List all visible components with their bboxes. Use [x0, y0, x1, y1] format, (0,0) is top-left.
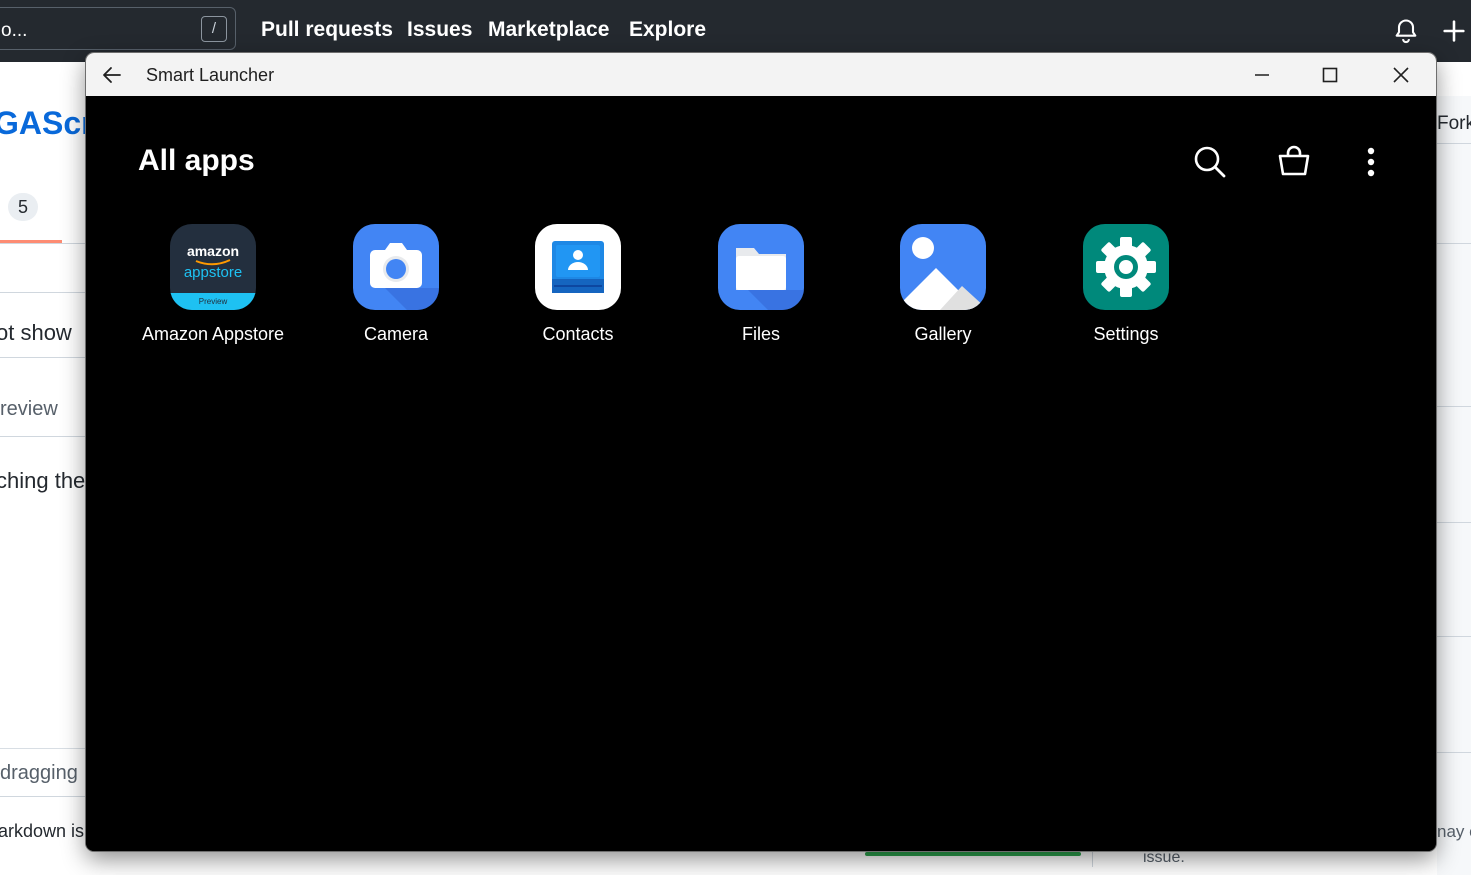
bell-icon[interactable]	[1392, 17, 1420, 45]
minimize-icon[interactable]	[1249, 62, 1275, 88]
smart-launcher-window: Smart Launcher All apps amazon appstore …	[86, 53, 1436, 851]
background-text: dragging	[0, 762, 78, 784]
search-shortcut-key: /	[201, 16, 227, 42]
app-tile-contacts[interactable]: Contacts	[493, 224, 663, 354]
maximize-icon[interactable]	[1317, 62, 1343, 88]
app-label: Settings	[1093, 324, 1159, 344]
contacts-icon	[535, 224, 621, 310]
preview-badge: Preview	[199, 297, 228, 306]
nav-issues[interactable]: Issues	[407, 18, 472, 42]
background-text: issue.	[1143, 849, 1185, 866]
more-vertical-icon[interactable]	[1351, 142, 1391, 182]
gallery-icon	[900, 224, 986, 310]
appstore-wordmark: appstore	[184, 264, 242, 281]
background-text: ot show	[0, 320, 72, 345]
app-label: Camera	[363, 324, 429, 344]
divider	[0, 796, 86, 797]
nav-marketplace[interactable]: Marketplace	[488, 18, 609, 42]
close-icon[interactable]	[1388, 62, 1414, 88]
divider	[0, 292, 86, 293]
title-bar[interactable]: Smart Launcher	[86, 53, 1436, 96]
divider	[1437, 143, 1471, 144]
shopping-bag-icon[interactable]	[1274, 141, 1314, 181]
app-tile-amazon-appstore[interactable]: amazon appstore Preview Amazon Appstore	[128, 224, 298, 354]
divider	[1437, 406, 1471, 407]
folder-icon	[718, 224, 804, 310]
nav-explore[interactable]: Explore	[629, 18, 706, 42]
divider	[1437, 752, 1471, 753]
app-label: Contacts	[542, 324, 614, 344]
app-label: Gallery	[914, 324, 972, 344]
divider	[0, 748, 86, 749]
app-label: Files	[741, 324, 780, 344]
divider	[1437, 636, 1471, 637]
launcher-content: All apps amazon appstore Preview Amazon …	[86, 96, 1436, 851]
camera-icon	[353, 224, 439, 310]
right-sidebar	[1437, 96, 1471, 875]
app-tile-settings[interactable]: Settings	[1041, 224, 1211, 354]
divider	[1437, 522, 1471, 523]
page-title: All apps	[138, 144, 255, 177]
back-arrow-icon[interactable]	[100, 63, 124, 87]
divider	[1437, 243, 1471, 244]
app-tile-camera[interactable]: Camera	[311, 224, 481, 354]
amazon-appstore-icon: amazon appstore Preview	[170, 224, 256, 310]
submit-button-edge[interactable]	[865, 852, 1081, 856]
window-title: Smart Launcher	[146, 65, 275, 85]
background-text[interactable]: review	[0, 398, 58, 421]
search-icon[interactable]	[1190, 142, 1230, 182]
background-text: nay c	[1437, 822, 1471, 841]
divider	[0, 243, 86, 244]
divider	[0, 436, 86, 437]
search-placeholder: o...	[1, 20, 28, 41]
nav-pull-requests[interactable]: Pull requests	[261, 18, 393, 42]
app-tile-files[interactable]: Files	[676, 224, 846, 354]
divider	[0, 357, 86, 358]
plus-icon[interactable]	[1440, 17, 1468, 45]
gear-icon	[1083, 224, 1169, 310]
fork-button[interactable]: Fork	[1437, 113, 1471, 135]
app-label: Amazon Appstore	[141, 324, 285, 344]
background-text: ching the	[0, 468, 86, 493]
amazon-wordmark: amazon	[187, 243, 239, 259]
background-text: arkdown is	[0, 821, 85, 841]
tab-count-badge: 5	[8, 193, 38, 221]
search-input[interactable]: o... /	[0, 7, 236, 50]
app-tile-gallery[interactable]: Gallery	[858, 224, 1028, 354]
